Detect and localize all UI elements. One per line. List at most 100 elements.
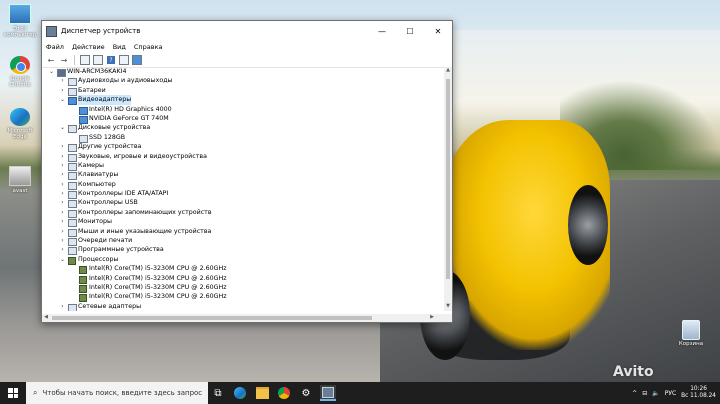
- tree-item[interactable]: ⌄ Видеоадаптеры: [42, 95, 444, 106]
- title-bar[interactable]: Диспетчер устройств — ☐ ✕: [42, 21, 452, 41]
- horizontal-scrollbar[interactable]: ◀ ▶: [42, 314, 444, 322]
- language-indicator[interactable]: РУС: [665, 390, 676, 397]
- desktop-icon-chrome[interactable]: Google Chrome: [3, 56, 37, 88]
- scan-icon[interactable]: [93, 55, 103, 65]
- tree-item[interactable]: Intel(R) Core(TM) i5-3230M CPU @ 2.60GHz: [42, 292, 444, 303]
- expand-chevron-icon[interactable]: ›: [59, 236, 66, 245]
- collapse-chevron-icon[interactable]: ⌄: [59, 255, 66, 264]
- toolbar-separator: [74, 55, 75, 65]
- start-button[interactable]: [0, 382, 26, 404]
- tree-item[interactable]: SSD 128GB: [42, 133, 444, 143]
- volume-icon[interactable]: 🔈: [652, 390, 659, 397]
- expand-chevron-icon[interactable]: ›: [59, 76, 66, 85]
- device-tree: ⌄ WIN-ARCM36KAKI4 › Аудиовходы и аудиовыход…: [42, 67, 444, 311]
- menu-action[interactable]: Действие: [72, 43, 105, 51]
- tree-item[interactable]: NVIDIA GeForce GT 740M: [42, 114, 444, 124]
- menu-help[interactable]: Справка: [134, 43, 163, 51]
- tree-item[interactable]: › Клавиатуры: [42, 170, 444, 181]
- collapse-chevron-icon[interactable]: ⌄: [59, 123, 66, 132]
- tree-item[interactable]: Intel(R) Core(TM) i5-3230M CPU @ 2.60GHz: [42, 264, 444, 275]
- horizontal-scroll-thumb[interactable]: [52, 316, 372, 320]
- device-manager-icon[interactable]: [320, 385, 336, 401]
- tree-item[interactable]: › Аудиовходы и аудиовыходы: [42, 76, 444, 87]
- tree-item-label: Очереди печати: [78, 237, 133, 245]
- tree-item[interactable]: Intel(R) Core(TM) i5-3230M CPU @ 2.60GHz: [42, 274, 444, 284]
- forward-icon[interactable]: →: [59, 55, 69, 65]
- desktop-icon-label: avast: [12, 188, 28, 194]
- chrome-icon[interactable]: [276, 385, 292, 401]
- tree-item[interactable]: › Компьютер: [42, 180, 444, 190]
- tree-item-label: Контроллеры IDE ATA/ATAPI: [78, 190, 169, 198]
- tree-item-label: Intel(R) Core(TM) i5-3230M CPU @ 2.60GHz: [89, 265, 227, 273]
- tree-item[interactable]: › Мыши и иные указывающие устройства: [42, 227, 444, 237]
- expand-chevron-icon[interactable]: ›: [59, 161, 66, 170]
- expand-chevron-icon[interactable]: ›: [59, 302, 66, 311]
- tray-chevron-icon[interactable]: ^: [632, 390, 637, 397]
- tree-item[interactable]: › Контроллеры запоминающих устройств: [42, 208, 444, 218]
- tree-item[interactable]: ⌄ WIN-ARCM36KAKI4: [42, 67, 444, 77]
- tree-item[interactable]: › Контроллеры USB: [42, 198, 444, 209]
- expand-chevron-icon[interactable]: ›: [59, 152, 66, 161]
- tree-item[interactable]: › Другие устройства: [42, 142, 444, 153]
- monitor-icon[interactable]: [132, 55, 142, 65]
- minimize-button[interactable]: —: [368, 21, 396, 41]
- edge-icon[interactable]: [232, 385, 248, 401]
- clock-date: Вс 11.08.24: [681, 393, 716, 399]
- tree-item[interactable]: › Программные устройства: [42, 245, 444, 256]
- explorer-icon[interactable]: [254, 385, 270, 401]
- desktop-icon-edge[interactable]: Microsoft Edge: [3, 108, 37, 140]
- expand-chevron-icon[interactable]: ›: [59, 180, 66, 189]
- expand-chevron-icon[interactable]: ›: [59, 227, 66, 236]
- clock-time: 10:26: [690, 386, 707, 392]
- help-icon[interactable]: ?: [106, 55, 116, 65]
- computer-icon: [9, 4, 31, 24]
- expand-chevron-icon[interactable]: ›: [59, 170, 66, 179]
- tree-item[interactable]: › Мониторы: [42, 217, 444, 228]
- tree-item[interactable]: ⌄ Процессоры: [42, 255, 444, 265]
- tree-item-label: Контроллеры запоминающих устройств: [78, 208, 212, 216]
- expand-chevron-icon[interactable]: ›: [59, 189, 66, 198]
- tree-item[interactable]: › Очереди печати: [42, 236, 444, 247]
- tree-item-label: Аудиовходы и аудиовыходы: [78, 77, 173, 85]
- chrome-icon: [10, 56, 30, 74]
- expand-chevron-icon[interactable]: ›: [59, 86, 66, 95]
- back-icon[interactable]: ←: [46, 55, 56, 65]
- tree-item[interactable]: Intel(R) HD Graphics 4000: [42, 105, 444, 115]
- properties-icon[interactable]: [80, 55, 90, 65]
- desktop-icon-avast[interactable]: avast: [3, 166, 37, 194]
- collapse-chevron-icon[interactable]: ⌄: [48, 67, 55, 76]
- expand-chevron-icon[interactable]: ›: [59, 142, 66, 151]
- menu-view[interactable]: Вид: [113, 43, 126, 51]
- clock[interactable]: 10:26 Вс 11.08.24: [681, 386, 716, 400]
- network-icon[interactable]: ⊟: [642, 390, 647, 397]
- expand-chevron-icon[interactable]: ›: [59, 217, 66, 226]
- menu-file[interactable]: Файл: [46, 43, 64, 51]
- expand-chevron-icon[interactable]: ›: [59, 198, 66, 207]
- close-button[interactable]: ✕: [424, 21, 452, 41]
- tree-item[interactable]: › Контроллеры IDE ATA/ATAPI: [42, 189, 444, 200]
- scroll-up-icon[interactable]: ▲: [444, 67, 452, 75]
- tree-item[interactable]: › Звуковые, игровые и видеоустройства: [42, 152, 444, 162]
- maximize-button[interactable]: ☐: [396, 21, 424, 41]
- scroll-right-icon[interactable]: ▶: [428, 314, 436, 322]
- expand-chevron-icon[interactable]: ›: [59, 208, 66, 217]
- expand-chevron-icon[interactable]: ›: [59, 245, 66, 254]
- tree-item[interactable]: › Камеры: [42, 161, 444, 171]
- scroll-down-icon[interactable]: ▼: [444, 303, 452, 311]
- desktop-icon-this-pc[interactable]: Этот компьютер: [3, 4, 37, 38]
- vertical-scroll-thumb[interactable]: [446, 79, 450, 279]
- settings-icon[interactable]: ⚙: [298, 385, 314, 401]
- tree-item-label: Процессоры: [78, 255, 119, 263]
- tree-item[interactable]: Intel(R) Core(TM) i5-3230M CPU @ 2.60GHz: [42, 283, 444, 293]
- task-view-icon[interactable]: ⧉: [210, 385, 226, 401]
- view-icon[interactable]: [119, 55, 129, 65]
- desktop-icon-recycle-bin[interactable]: Корзина: [674, 320, 708, 347]
- taskbar-search-box[interactable]: ⌕ Чтобы начать поиск, введите здесь запр…: [26, 382, 208, 404]
- scroll-left-icon[interactable]: ◀: [42, 314, 50, 322]
- tree-item[interactable]: ⌄ Дисковые устройства: [42, 123, 444, 134]
- tree-item[interactable]: › Батареи: [42, 86, 444, 96]
- collapse-chevron-icon[interactable]: ⌄: [59, 95, 66, 104]
- tree-item[interactable]: › Сетевые адаптеры: [42, 302, 444, 311]
- device-manager-window: Диспетчер устройств — ☐ ✕ Файл Действие …: [41, 20, 453, 323]
- vertical-scrollbar[interactable]: ▲ ▼: [444, 67, 452, 311]
